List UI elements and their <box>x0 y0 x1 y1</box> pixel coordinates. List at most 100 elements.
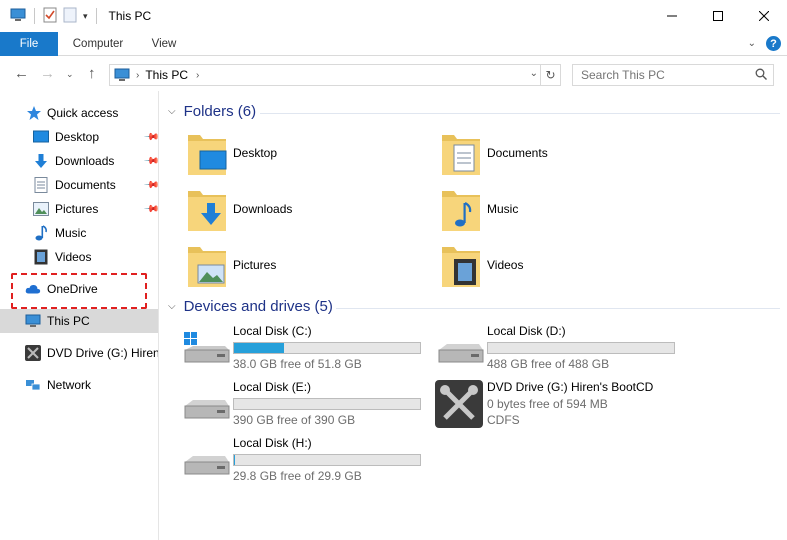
folder-desktop[interactable]: Desktop <box>186 131 426 181</box>
search-icon[interactable] <box>755 68 767 83</box>
drive-usage-fill <box>234 455 235 465</box>
group-divider <box>260 113 780 114</box>
windows-drive-icon <box>181 324 231 372</box>
sidebar-item-label: Quick access <box>47 106 119 120</box>
close-button[interactable] <box>741 0 787 32</box>
drive-usage-bar <box>233 342 421 354</box>
pin-icon[interactable]: 📌 <box>143 201 158 218</box>
tab-computer[interactable]: Computer <box>58 32 138 56</box>
pin-icon[interactable]: 📌 <box>143 177 158 194</box>
folder-pictures[interactable]: Pictures <box>186 243 426 293</box>
minimize-button[interactable] <box>649 0 695 32</box>
breadcrumb-separator-icon[interactable]: › <box>136 70 139 81</box>
drive-g-dvd[interactable]: DVD Drive (G:) Hiren's BootCD 0 bytes fr… <box>435 380 685 430</box>
toolbar-separator <box>34 8 35 24</box>
maximize-button[interactable] <box>695 0 741 32</box>
sidebar-item-desktop[interactable]: Desktop 📌 <box>0 125 158 149</box>
drive-free-space: 29.8 GB free of 29.9 GB <box>233 469 362 483</box>
drive-e[interactable]: Local Disk (E:) 390 GB free of 390 GB <box>181 380 431 430</box>
sidebar-item-documents[interactable]: Documents 📌 <box>0 173 158 197</box>
drive-name: Local Disk (H:) <box>233 436 312 450</box>
sidebar-item-network[interactable]: Network <box>0 373 158 397</box>
properties-icon[interactable] <box>43 7 57 26</box>
expand-ribbon-icon[interactable]: ⌄ <box>748 38 756 49</box>
sidebar-item-music[interactable]: Music <box>0 221 158 245</box>
customize-toolbar-icon[interactable]: ▾ <box>83 11 88 22</box>
hard-drive-icon <box>181 436 231 484</box>
drive-h[interactable]: Local Disk (H:) 29.8 GB free of 29.9 GB <box>181 436 431 486</box>
pictures-icon <box>33 201 49 217</box>
drives-group-header[interactable]: ⌵ Devices and drives (5) <box>168 298 333 315</box>
tools-drive-icon <box>435 380 485 428</box>
quick-access-toolbar: ▾ <box>0 0 99 32</box>
folder-downloads[interactable]: Downloads <box>186 187 426 237</box>
sidebar-item-label: Pictures <box>55 202 99 216</box>
sidebar-item-dvd-drive[interactable]: DVD Drive (G:) Hiren's <box>0 341 158 365</box>
drive-file-system: CDFS <box>487 413 520 427</box>
pin-icon[interactable]: 📌 <box>143 129 158 146</box>
documents-icon <box>33 177 49 193</box>
drive-free-space: 38.0 GB free of 51.8 GB <box>233 357 362 371</box>
sidebar-item-this-pc[interactable]: This PC <box>0 309 158 333</box>
folder-name: Desktop <box>233 146 278 160</box>
address-history-dropdown-icon[interactable]: ⌄ <box>530 68 538 79</box>
new-folder-icon[interactable] <box>63 7 77 26</box>
help-icon[interactable]: ? <box>766 36 781 51</box>
back-arrow-icon[interactable]: ← <box>14 65 29 82</box>
toolbar-separator <box>95 8 97 24</box>
this-pc-small-icon <box>114 68 130 82</box>
desktop-folder-icon <box>186 131 230 177</box>
chevron-down-icon[interactable]: ⌵ <box>168 106 176 117</box>
drive-name: DVD Drive (G:) Hiren's BootCD <box>487 380 654 394</box>
breadcrumb-separator-icon[interactable]: › <box>196 70 199 81</box>
documents-folder-icon <box>440 131 484 177</box>
search-box <box>572 64 774 86</box>
folder-documents[interactable]: Documents <box>440 131 680 181</box>
drive-free-space: 390 GB free of 390 GB <box>233 413 356 427</box>
folder-name: Music <box>487 202 519 216</box>
pictures-folder-icon <box>186 243 230 289</box>
ribbon-right-controls: ⌄ ? <box>748 36 781 51</box>
window-title: This PC <box>108 9 152 23</box>
search-input[interactable] <box>573 65 743 85</box>
drive-name: Local Disk (E:) <box>233 380 312 394</box>
title-bar: ▾ This PC <box>0 0 787 32</box>
hard-drive-icon <box>435 324 485 372</box>
navigation-bar: ← → ⌄ ↑ › This PC › ⌄ ↻ <box>0 57 787 91</box>
up-arrow-icon[interactable]: ↑ <box>88 65 96 82</box>
folder-videos[interactable]: Videos <box>440 243 680 293</box>
sidebar-item-quick-access[interactable]: Quick access <box>0 101 158 125</box>
folder-name: Videos <box>487 258 524 272</box>
downloads-folder-icon <box>186 187 230 233</box>
computer-icon[interactable] <box>10 8 26 25</box>
drive-c[interactable]: Local Disk (C:) 38.0 GB free of 51.8 GB <box>181 324 431 374</box>
tab-view[interactable]: View <box>138 32 190 56</box>
pin-icon[interactable]: 📌 <box>143 153 158 170</box>
chevron-down-icon[interactable]: ⌵ <box>168 301 176 312</box>
refresh-icon[interactable]: ↻ <box>540 65 560 85</box>
folder-music[interactable]: Music <box>440 187 680 237</box>
sidebar-item-label: Downloads <box>55 154 115 168</box>
sidebar-item-label: Videos <box>55 250 92 264</box>
sidebar-item-label: Documents <box>55 178 116 192</box>
this-pc-icon <box>25 313 41 329</box>
sidebar-item-videos[interactable]: Videos <box>0 245 158 269</box>
breadcrumb-this-pc[interactable]: This PC <box>145 68 188 82</box>
group-title: Folders (6) <box>183 103 257 120</box>
folder-name: Downloads <box>233 202 293 216</box>
sidebar-item-label: Desktop <box>55 130 100 144</box>
ribbon-tabs: File Computer View ⌄ ? <box>0 32 787 56</box>
drive-usage-bar <box>233 454 421 466</box>
drive-d[interactable]: Local Disk (D:) 488 GB free of 488 GB <box>435 324 685 374</box>
sidebar-item-pictures[interactable]: Pictures 📌 <box>0 197 158 221</box>
tab-file[interactable]: File <box>0 32 58 56</box>
tools-drive-icon <box>25 345 41 361</box>
group-title: Devices and drives (5) <box>183 298 333 315</box>
address-bar[interactable]: › This PC › ⌄ ↻ <box>109 64 561 86</box>
sidebar-item-downloads[interactable]: Downloads 📌 <box>0 149 158 173</box>
forward-arrow-icon[interactable]: → <box>40 65 55 82</box>
videos-icon <box>33 249 49 265</box>
recent-locations-chevron-icon[interactable]: ⌄ <box>66 69 74 80</box>
folders-group-header[interactable]: ⌵ Folders (6) <box>168 103 256 120</box>
navigation-pane: Quick access Desktop 📌 Downloads 📌 Docum… <box>0 91 159 540</box>
